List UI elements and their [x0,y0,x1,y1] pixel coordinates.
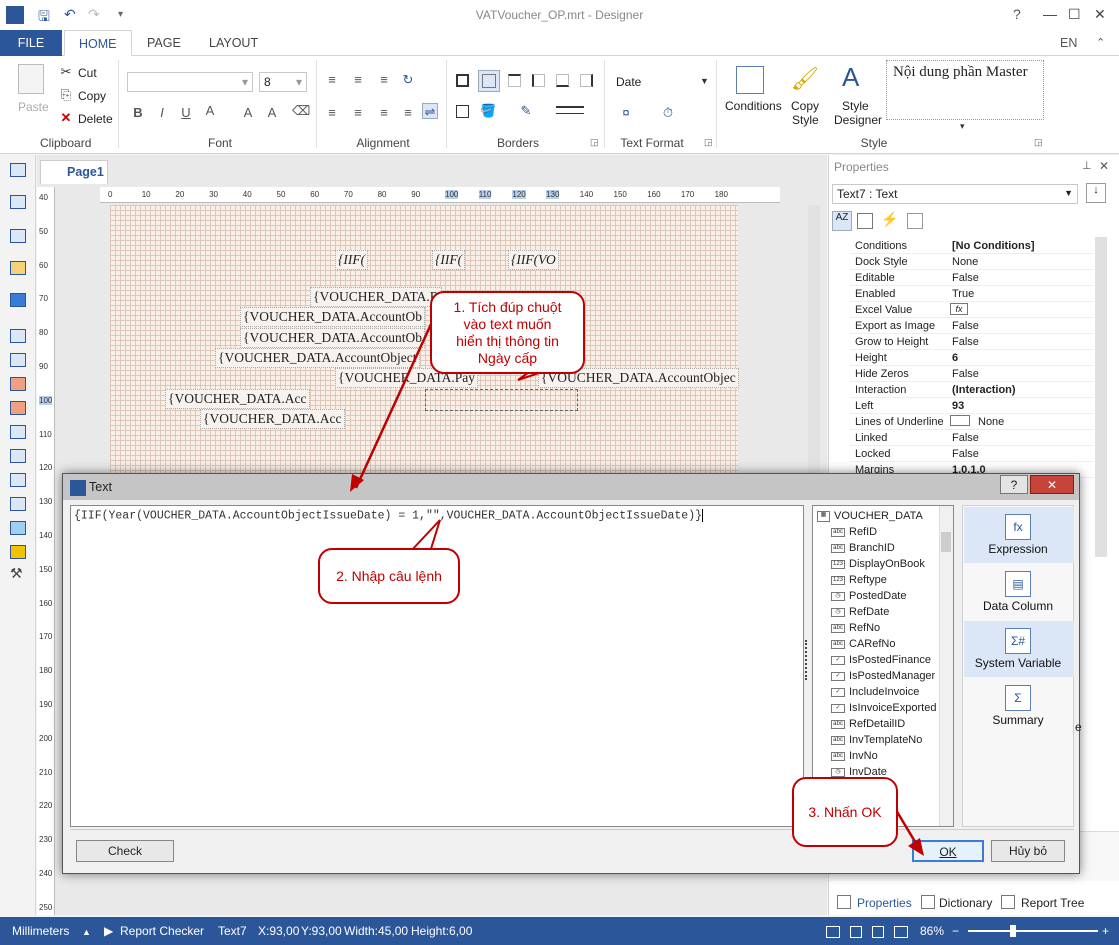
callout-step1-line2: vào text muốn [463,316,552,332]
callout-step1: 1. Tích đúp chuột vào text muốn hiển thị… [430,291,585,374]
callout-step1-line3: hiển thị thông tin [456,333,559,349]
callout-step1-line4: Ngày cấp [477,350,538,366]
arrow-to-field [354,321,434,489]
annotation-arrows [350,321,924,856]
callout-step1-line1: 1. Tích đúp chuột [453,299,562,315]
arrow-head-2 [908,838,924,856]
callout-step3: 3. Nhấn OK [792,777,898,847]
callout-step2: 2. Nhập câu lệnh [318,548,460,604]
